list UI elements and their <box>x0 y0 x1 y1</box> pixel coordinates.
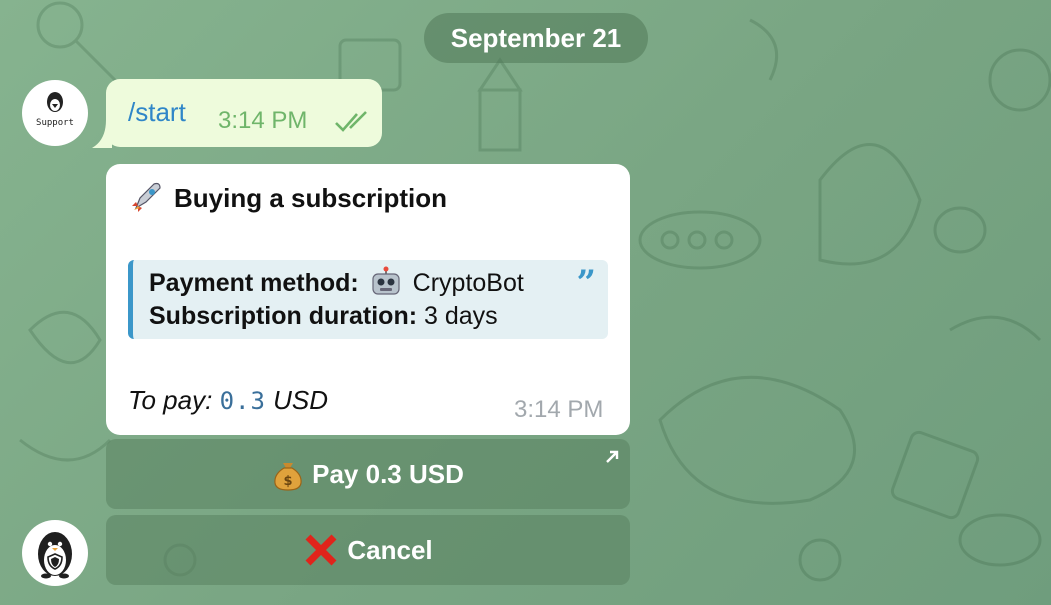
quote-icon: ” <box>576 263 596 303</box>
payment-method-label: Payment method: <box>149 269 359 297</box>
message-title-row: Buying a subscription <box>128 180 447 216</box>
message-title: Buying a subscription <box>174 182 448 213</box>
pay-button-label: Pay 0.3 USD <box>312 458 464 489</box>
subscription-duration-line: Subscription duration: 3 days <box>149 302 498 331</box>
cancel-button[interactable]: Cancel <box>106 515 630 585</box>
outgoing-message-text[interactable]: /start <box>128 97 186 128</box>
subscription-duration-value: 3 days <box>424 302 498 330</box>
to-pay-line: To pay: 0.3 USD <box>128 385 328 416</box>
penguin-shield-icon <box>38 532 72 579</box>
rocket-icon <box>132 182 161 212</box>
svg-text:$: $ <box>284 474 293 489</box>
cross-mark-icon <box>305 534 337 566</box>
subscription-duration-label: Subscription duration: <box>149 302 418 330</box>
to-pay-amount[interactable]: 0.3 <box>220 387 266 415</box>
payment-method-value: CryptoBot <box>412 269 524 297</box>
to-pay-currency: USD <box>273 385 329 415</box>
outgoing-message-time: 3:14 PM <box>218 107 308 134</box>
double-check-icon <box>335 111 367 132</box>
blockquote: Payment method: CryptoBot Subscription d… <box>128 260 608 339</box>
cancel-button-label: Cancel <box>347 534 433 565</box>
external-link-arrow-icon <box>606 450 619 463</box>
to-pay-label: To pay: <box>128 385 213 415</box>
incoming-message-time: 3:14 PM <box>514 396 604 423</box>
money-bag-icon: $ <box>274 463 302 491</box>
avatar-label: Support <box>36 118 74 128</box>
pay-button[interactable]: $ Pay 0.3 USD <box>106 439 630 509</box>
support-avatar[interactable]: Support <box>22 80 88 146</box>
date-separator: September 21 <box>424 13 648 63</box>
penguin-icon <box>47 92 63 112</box>
robot-icon <box>372 266 400 295</box>
payment-method-line: Payment method: CryptoBot <box>149 266 524 298</box>
bot-avatar[interactable] <box>22 520 88 586</box>
